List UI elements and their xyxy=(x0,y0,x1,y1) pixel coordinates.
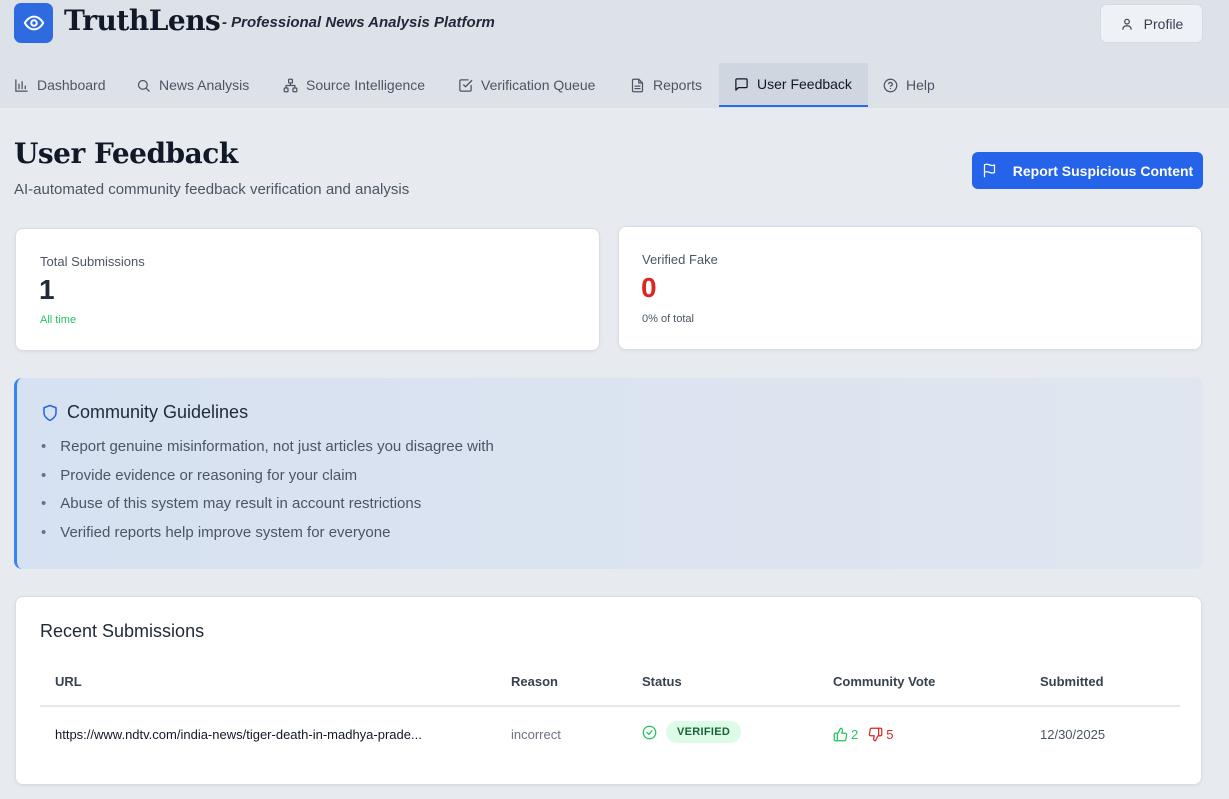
message-square-icon xyxy=(735,77,748,91)
flag-icon xyxy=(983,163,995,178)
guidelines-heading: Community Guidelines xyxy=(41,402,248,423)
downvote-button[interactable]: 5 xyxy=(868,727,893,742)
tab-label: Source Intelligence xyxy=(306,77,426,93)
guideline-text: Provide evidence or reasoning for your c… xyxy=(60,466,358,484)
tab-user-feedback[interactable]: User Feedback xyxy=(719,63,868,107)
list-item: • Provide evidence or reasoning for your … xyxy=(41,465,494,494)
list-item: • Abuse of this system may result in acco… xyxy=(41,493,494,522)
upvote-button[interactable]: 2 xyxy=(833,727,858,742)
column-header-reason[interactable]: Reason xyxy=(511,674,558,689)
report-button-label: Report Suspicious Content xyxy=(1012,162,1194,179)
stat-card-verified-fake: Verified Fake 0 0% of total xyxy=(618,226,1202,350)
stat-label: Verified Fake xyxy=(642,252,718,267)
submissions-title: Recent Submissions xyxy=(40,621,205,641)
status-badge: VERIFIED xyxy=(666,721,742,743)
profile-button[interactable]: Profile xyxy=(1100,4,1203,43)
page-title: User Feedback xyxy=(14,137,238,170)
guideline-text: Abuse of this system may result in accou… xyxy=(60,495,422,512)
tab-news-analysis[interactable]: News Analysis xyxy=(136,63,249,107)
community-guidelines-panel: Community Guidelines • Report genuine mis… xyxy=(14,378,1203,569)
guidelines-list: • Report genuine misinformation, not just… xyxy=(41,436,494,550)
logo[interactable] xyxy=(14,3,53,43)
report-suspicious-content-button[interactable]: Report Suspicious Content xyxy=(972,152,1203,189)
thumbs-down-icon xyxy=(868,727,883,742)
guideline-text: Report genuine misinformation, not just … xyxy=(60,438,494,455)
thumbs-up-icon xyxy=(833,727,848,742)
column-header-submitted[interactable]: Submitted xyxy=(1040,674,1104,689)
column-header-community-vote[interactable]: Community Vote xyxy=(833,674,935,689)
profile-label: Profile xyxy=(1143,15,1184,32)
check-square-icon xyxy=(459,78,473,92)
tab-dashboard[interactable]: Dashboard xyxy=(14,63,106,107)
tab-label: Dashboard xyxy=(37,77,106,93)
tab-label: Help xyxy=(906,77,935,93)
user-icon xyxy=(1121,18,1132,30)
guideline-text: Verified reports help improve system for… xyxy=(60,523,391,541)
stat-card-total-submissions: Total Submissions 1 All time xyxy=(15,228,600,351)
submission-reason: incorrect xyxy=(511,727,561,742)
downvote-count: 5 xyxy=(886,727,894,742)
tab-help[interactable]: Help xyxy=(883,63,935,107)
list-item: • Report genuine misinformation, not just… xyxy=(41,436,494,465)
submission-status: VERIFIED xyxy=(642,721,742,743)
column-header-status[interactable]: Status xyxy=(642,674,682,689)
main-nav: Dashboard News Analysis Source Intellige… xyxy=(0,58,1229,108)
tab-label: User Feedback xyxy=(757,76,852,92)
column-header-url[interactable]: URL xyxy=(55,674,82,689)
document-icon xyxy=(631,78,644,92)
upvote-count: 2 xyxy=(851,727,859,742)
shield-icon xyxy=(43,404,57,421)
tab-reports[interactable]: Reports xyxy=(630,63,702,107)
tab-label: Verification Queue xyxy=(481,77,596,93)
network-icon xyxy=(283,78,298,92)
community-vote: 2 5 xyxy=(833,727,893,742)
help-circle-icon xyxy=(883,78,898,92)
brand-tagline: - Professional News Analysis Platform xyxy=(222,14,495,31)
recent-submissions-card: Recent Submissions URL Reason Status Com… xyxy=(15,596,1202,785)
tab-label: News Analysis xyxy=(159,77,250,93)
stat-value: 1 xyxy=(39,274,55,305)
app-header: TruthLens - Professional News Analysis P… xyxy=(0,0,1229,58)
tab-source-intelligence[interactable]: Source Intelligence xyxy=(283,63,425,107)
submission-date: 12/30/2025 xyxy=(1040,727,1106,742)
bar-chart-icon xyxy=(15,78,28,92)
eye-icon xyxy=(23,15,44,31)
check-circle-icon xyxy=(642,725,657,739)
page-subtitle: AI-automated community feedback verifica… xyxy=(14,181,410,198)
submission-url-link[interactable]: https://www.ndtv.com/india-news/tiger-de… xyxy=(55,727,422,742)
table-header-divider xyxy=(40,705,1180,707)
guidelines-title: Community Guidelines xyxy=(67,402,249,422)
tab-verification-queue[interactable]: Verification Queue xyxy=(458,63,595,107)
stat-note: All time xyxy=(40,314,77,326)
stat-value: 0 xyxy=(641,272,657,303)
stat-label: Total Submissions xyxy=(40,254,145,269)
brand-name[interactable]: TruthLens xyxy=(64,4,221,37)
tab-label: Reports xyxy=(653,77,703,93)
list-item: • Verified reports help improve system fo… xyxy=(41,522,494,551)
stat-note: 0% of total xyxy=(642,313,694,325)
search-icon xyxy=(137,79,150,92)
